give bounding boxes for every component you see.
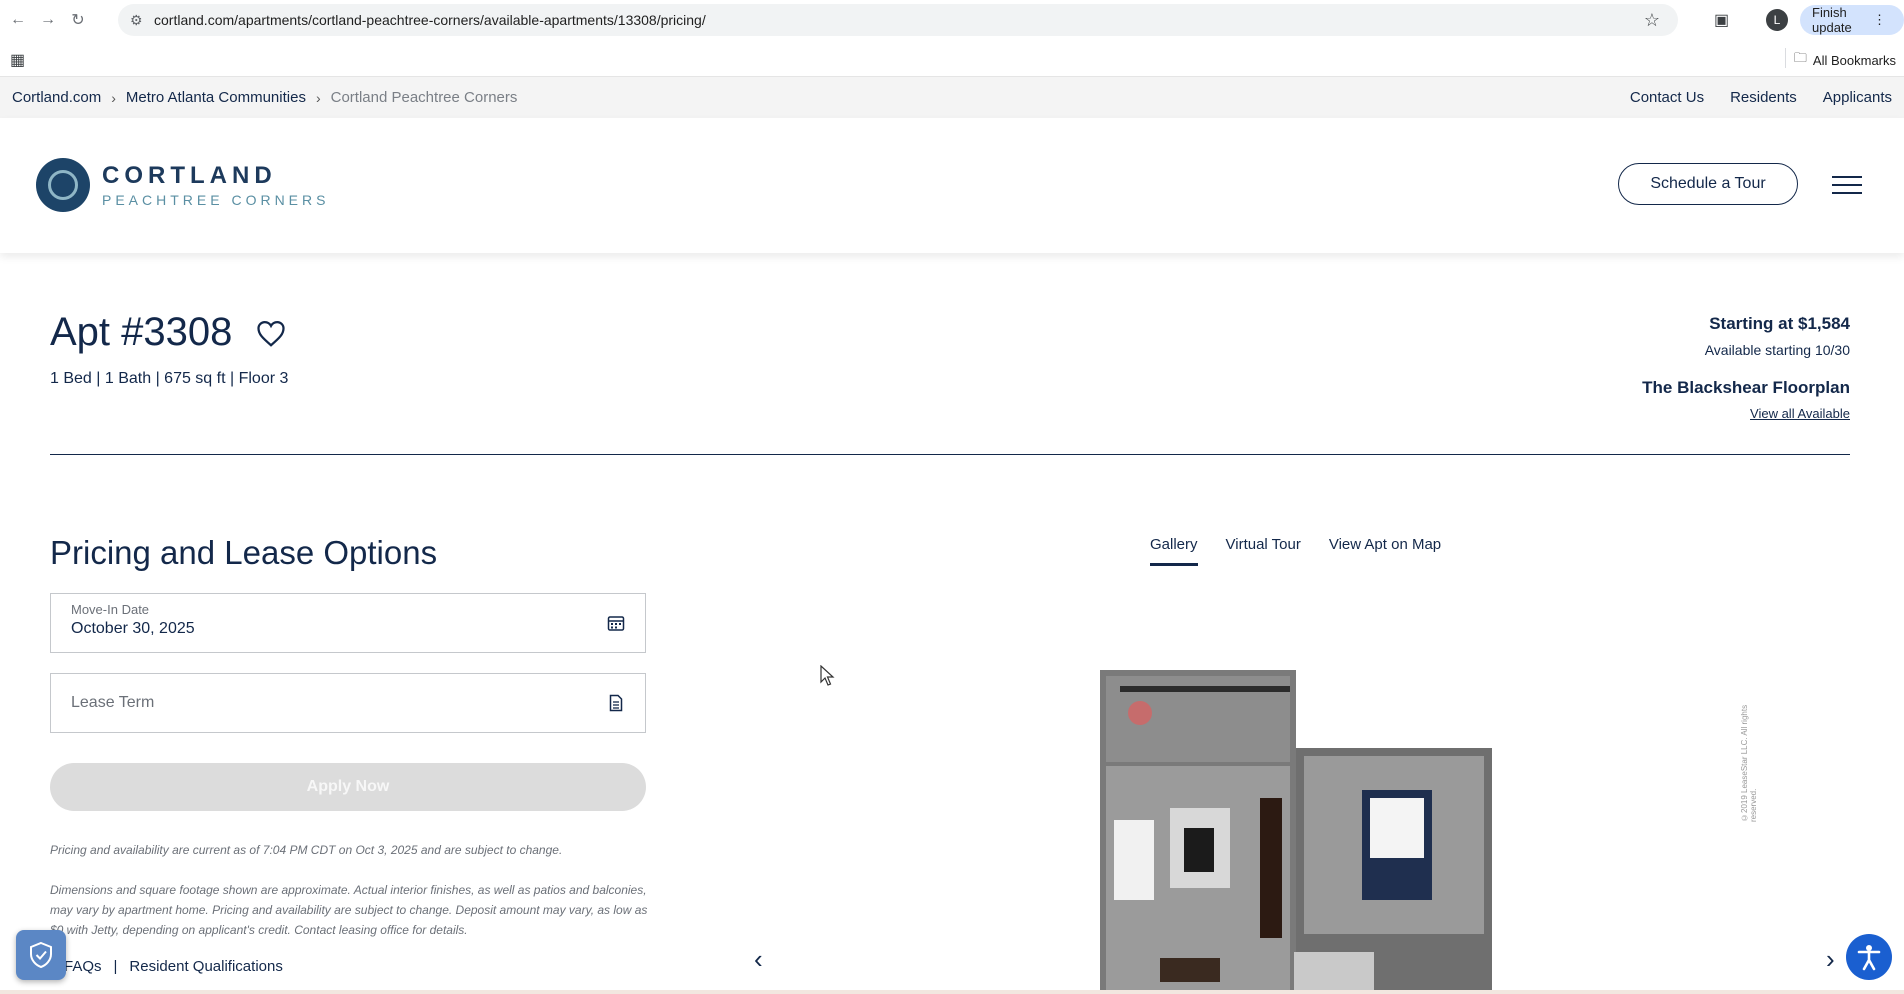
bottom-strip [0,990,1904,994]
breadcrumb: Cortland.com › Metro Atlanta Communities… [12,89,517,106]
address-bar[interactable]: ⚙ cortland.com/apartments/cortland-peach… [118,4,1678,36]
finish-update-label: Finish update [1812,5,1852,35]
calendar-icon[interactable] [607,614,625,632]
site-settings-icon[interactable]: ⚙ [130,12,146,28]
url-text: cortland.com/apartments/cortland-peachtr… [154,12,706,28]
document-icon[interactable] [607,694,625,712]
residents-link[interactable]: Residents [1730,89,1797,106]
move-in-date-label: Move-In Date [71,602,150,617]
site-header: CORTLAND PEACHTREE CORNERS Schedule a To… [0,118,1904,253]
chevron-right-icon: › [315,89,321,106]
tab-gallery[interactable]: Gallery [1150,536,1198,566]
back-icon[interactable]: ← [8,10,28,30]
resident-qualifications-link[interactable]: Resident Qualifications [129,958,282,975]
folder-icon: 🗀 [1793,50,1807,65]
mouse-cursor-icon [820,665,835,686]
logo-mark-icon [36,158,90,212]
contact-us-link[interactable]: Contact Us [1630,89,1704,106]
pricing-section-title: Pricing and Lease Options [50,534,438,571]
apply-now-button[interactable]: Apply Now [50,763,646,811]
floorplan-watermark: ©2019 LeaseStar LLC. All rights reserved… [1740,672,1758,822]
breadcrumb-current: Cortland Peachtree Corners [330,89,518,106]
breadcrumb-bar: Cortland.com › Metro Atlanta Communities… [0,77,1904,118]
floorplan-name: The Blackshear Floorplan [1642,378,1850,397]
starting-price: Starting at $1,584 [1709,314,1850,333]
forward-icon[interactable]: → [38,10,58,30]
apartment-specs: 1 Bed | 1 Bath | 675 sq ft | Floor 3 [50,370,289,387]
breadcrumb-home[interactable]: Cortland.com [12,89,101,106]
finish-update-button[interactable]: Finish update ⋮ [1800,5,1904,35]
lease-term-placeholder: Lease Term [71,694,155,711]
cast-icon[interactable]: ▣ [1714,10,1729,30]
all-bookmarks-label: All Bookmarks [1812,52,1896,68]
reload-icon[interactable]: ↻ [68,10,88,30]
more-vertical-icon: ⋮ [1873,12,1886,27]
faqs-link[interactable]: FAQs [64,958,102,975]
breadcrumb-metro-atlanta[interactable]: Metro Atlanta Communities [126,89,306,106]
footer-links: FAQs | Resident Qualifications [64,958,283,975]
accessibility-icon [1857,945,1881,971]
bookmark-star-icon[interactable]: ☆ [1644,10,1660,31]
gallery-prev-chevron-icon[interactable]: ‹ [754,944,763,975]
move-in-date-field[interactable]: Move-In Date October 30, 2025 [50,593,646,653]
cortland-logo[interactable]: CORTLAND PEACHTREE CORNERS [36,158,329,212]
logo-subtitle: PEACHTREE CORNERS [102,192,330,208]
apps-grid-icon[interactable]: ▦ [10,50,25,70]
favorite-heart-icon[interactable] [256,320,286,348]
hamburger-menu-icon[interactable] [1832,176,1862,196]
chevron-right-icon: › [111,89,116,106]
gallery-next-chevron-icon[interactable]: › [1826,944,1835,975]
dimensions-disclaimer: Dimensions and square footage shown are … [50,883,648,937]
pricing-disclaimer: Pricing and availability are current as … [50,843,563,857]
watermark-text: ©2019 LeaseStar LLC. All rights reserved… [1740,704,1758,822]
profile-avatar[interactable]: L [1766,9,1788,31]
availability-date: Available starting 10/30 [1704,342,1850,358]
utility-links: Contact Us Residents Applicants [1630,89,1892,106]
browser-toolbar: ← → ↻ ⚙ cortland.com/apartments/cortland… [0,0,1904,40]
view-all-available-link[interactable]: View all Available [1642,406,1850,421]
privacy-shield-button[interactable] [16,930,66,980]
bookmarks-bar: ▦ 🗀 All Bookmarks [0,40,1904,77]
applicants-link[interactable]: Applicants [1823,89,1892,106]
all-bookmarks-button[interactable]: 🗀 All Bookmarks [1794,49,1896,71]
tab-virtual-tour[interactable]: Virtual Tour [1226,536,1301,566]
schedule-tour-button[interactable]: Schedule a Tour [1618,163,1798,205]
bookmarks-divider [1785,48,1786,68]
tab-view-on-map[interactable]: View Apt on Map [1329,536,1441,566]
gallery-tabs: Gallery Virtual Tour View Apt on Map [1150,536,1441,566]
accessibility-button[interactable] [1846,934,1892,980]
price-summary: Starting at $1,584 Available starting 10… [1642,314,1850,421]
floorplan-image [1100,668,1492,994]
shield-check-icon [30,941,52,969]
lease-term-field[interactable]: Lease Term [50,673,646,733]
logo-title: CORTLAND [102,162,277,189]
section-divider [50,454,1850,455]
link-separator: | [113,958,118,975]
move-in-date-value: October 30, 2025 [71,620,195,637]
apartment-title: Apt #3308 [50,310,233,354]
